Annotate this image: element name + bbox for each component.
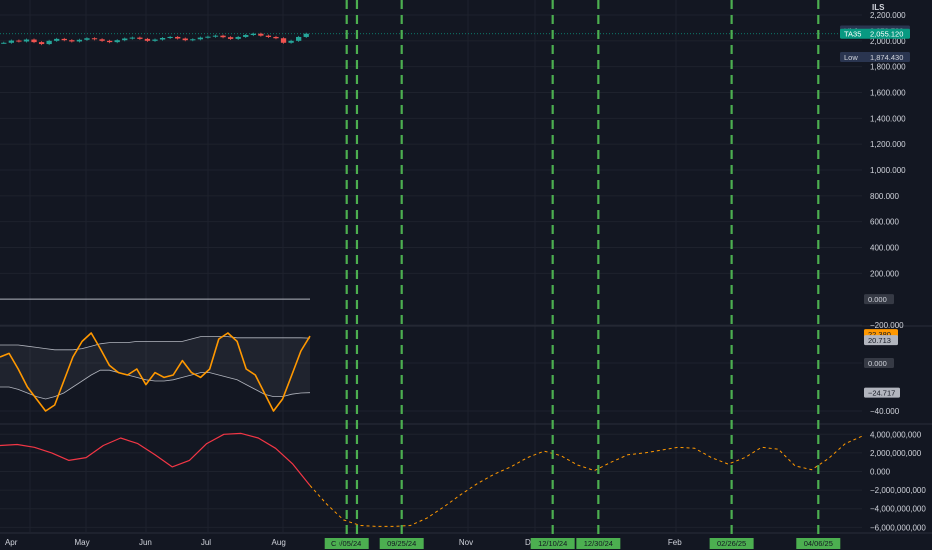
cycle-history-line [0,432,311,486]
time-axis-label: Jul [201,538,211,547]
time-axis-label: May [74,538,89,547]
candle-body [205,36,211,38]
candle-body [212,35,219,37]
price-tick-label: −200.000 [870,321,904,330]
upper-band-tag-value: 20.713 [868,336,891,345]
candle-body [235,36,241,39]
candle-body [91,38,98,40]
low-tag-label: Low [844,53,858,62]
candle-body [197,37,204,40]
time-axis-label: Aug [272,538,286,547]
candle-body [175,36,181,39]
last-price-tag-value: 2,055.120 [870,30,903,39]
time-axis-label: Feb [668,538,682,547]
candle-body [190,39,196,41]
candle-body [296,36,302,41]
candle-body [159,37,166,40]
price-tick-label: 1,400.000 [870,114,906,123]
chart-canvas: 2,200.0002,000.0001,800.0001,600.0001,40… [0,0,932,549]
candle-body [114,40,120,43]
cycle-marker-date: 09/25/24 [387,539,416,548]
candle-body [106,40,113,43]
candle-body [76,39,83,42]
price-tick-label: 1,800.000 [870,63,906,72]
price-tick-label: 200.000 [870,269,899,278]
candle-body [1,42,7,44]
candle-body [182,38,188,41]
candle-body [258,33,264,36]
price-tick-label: 1,000.000 [870,166,906,175]
candle-body [220,35,226,38]
cycle-tick-label: 0.000 [870,468,891,477]
price-tick-label: 1,200.000 [870,140,906,149]
candle-body [280,38,287,43]
cycle-marker-date: 12/10/24 [538,539,567,548]
candle-body [273,36,279,39]
candle-body [129,37,135,39]
candle-body [167,36,173,38]
candle-body [54,38,60,41]
candle-body [8,40,14,43]
candle-body [38,42,45,45]
candle-body [122,38,128,41]
candle-body [69,40,75,42]
last-price-tag-label: TA35 [844,30,861,39]
candle-body [61,38,67,41]
oscillator-zero-tag-value: 0.000 [868,359,887,368]
candle-body [265,35,272,37]
price-zero-tag-value: 0.000 [868,295,887,304]
cycle-marker-c-label: C [331,539,337,548]
time-axis-label: Jun [139,538,152,547]
candle-body [46,40,52,45]
price-tick-label: 400.000 [870,244,899,253]
cycle-tick-label: 2,000,000,000 [870,449,922,458]
cycle-marker-date: 04/06/25 [804,539,833,548]
oscillator-tick-label: −40.000 [870,407,900,416]
candle-body [23,39,30,42]
cycle-marker-date: 02/26/25 [717,539,746,548]
oscillator-pane [0,332,311,412]
currency-label: ILS [872,3,885,12]
candle-body [303,33,309,37]
grid-lines [0,0,932,534]
time-axis-label: Nov [459,538,473,547]
candle-body [99,39,105,41]
candle-body [288,40,294,43]
candle-body [250,33,256,36]
price-tick-label: 600.000 [870,218,899,227]
candle-body [243,35,249,37]
price-tick-label: 1,600.000 [870,89,906,98]
candle-body [137,37,143,39]
low-tag-value: 1,874.430 [870,53,903,62]
candle-body [227,37,234,39]
cycle-tick-label: −2,000,000,000 [870,486,926,495]
cycle-marker-date: 12/30/24 [584,539,613,548]
lower-band-tag-value: −24.717 [868,388,895,397]
time-axis-label: Apr [5,538,18,547]
candle-body [144,38,151,41]
time-axis[interactable]: AprMayJunJulAugNovDecFeb09/05/2409/25/24… [5,538,841,549]
cycle-tick-label: −4,000,000,000 [870,505,926,514]
cycle-tick-label: −6,000,000,000 [870,523,926,532]
candle-body [152,39,158,41]
candle-body [16,40,22,42]
candle-body [31,39,37,43]
price-tick-label: 2,200.000 [870,11,906,20]
candle-body [84,38,90,40]
cycle-projection-line [309,435,863,527]
cycle-tick-label: 4,000,000,000 [870,430,922,439]
price-tick-label: 800.000 [870,192,899,201]
